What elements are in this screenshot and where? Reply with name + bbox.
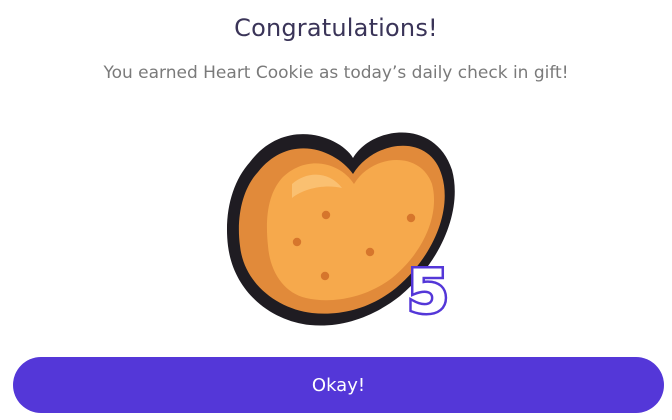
daily-check-in-dialog: Congratulations! You earned Heart Cookie… bbox=[0, 0, 672, 420]
dialog-subtitle: You earned Heart Cookie as today’s daily… bbox=[103, 63, 569, 83]
reward-graphic: 5 bbox=[226, 132, 455, 330]
reward-quantity-badge: 5 bbox=[407, 257, 449, 327]
dialog-title: Congratulations! bbox=[234, 14, 438, 42]
reward-display: 5 bbox=[0, 118, 672, 338]
okay-button[interactable]: Okay! bbox=[13, 357, 664, 413]
